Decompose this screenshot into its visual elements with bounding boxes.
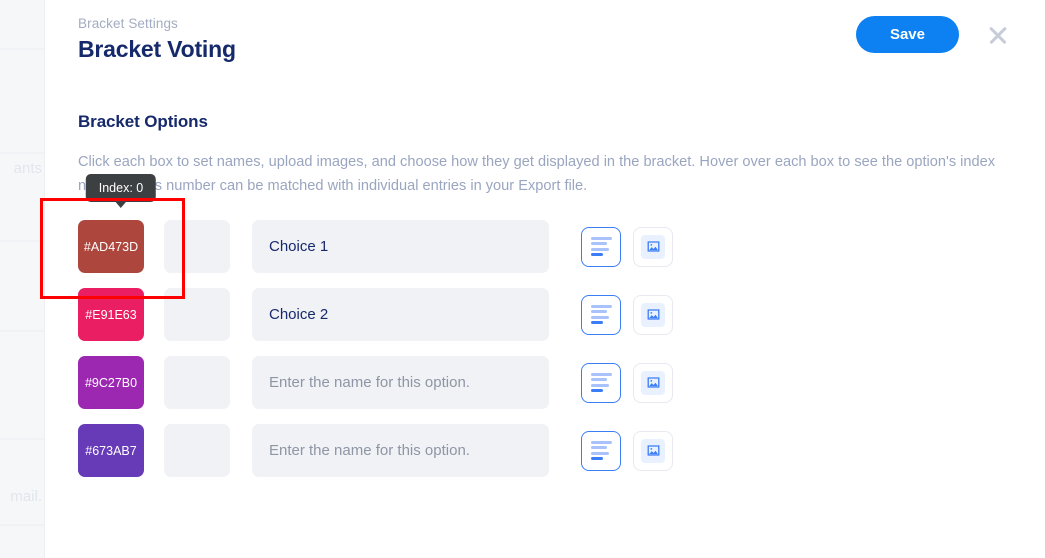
color-swatch-label: #AD473D xyxy=(84,240,138,254)
option-image-slot[interactable] xyxy=(164,288,230,341)
section-title: Bracket Options xyxy=(78,112,1011,132)
close-icon[interactable] xyxy=(985,22,1011,48)
modal-body: Bracket Options Click each box to set na… xyxy=(45,86,1045,477)
option-name-input[interactable] xyxy=(252,220,549,273)
option-row: #673AB7 xyxy=(78,424,1011,477)
color-swatch[interactable]: #9C27B0 xyxy=(78,356,144,409)
option-name-input[interactable] xyxy=(252,356,549,409)
text-lines-icon[interactable] xyxy=(581,295,621,335)
option-display-toggle xyxy=(581,363,673,403)
background-text-fragment: mail. xyxy=(10,488,42,505)
header-actions: Save xyxy=(856,16,1011,53)
background-divider xyxy=(0,48,45,50)
option-display-toggle xyxy=(581,295,673,335)
color-swatch-label: #673AB7 xyxy=(85,444,136,458)
bracket-options-list: #AD473D Index: 0 xyxy=(78,220,1011,477)
background-divider xyxy=(0,438,45,440)
option-display-toggle xyxy=(581,431,673,471)
option-row: #AD473D Index: 0 xyxy=(78,220,1011,273)
section-description: Click each box to set names, upload imag… xyxy=(78,150,1003,198)
option-name-input[interactable] xyxy=(252,288,549,341)
save-button[interactable]: Save xyxy=(856,16,959,53)
text-lines-icon[interactable] xyxy=(581,227,621,267)
option-row: #E91E63 xyxy=(78,288,1011,341)
image-icon[interactable] xyxy=(633,431,673,471)
modal-header: Bracket Settings Bracket Voting Save xyxy=(45,0,1045,86)
bracket-settings-modal: Bracket Settings Bracket Voting Save Bra… xyxy=(45,0,1045,558)
color-swatch[interactable]: #673AB7 xyxy=(78,424,144,477)
background-divider xyxy=(0,330,45,332)
background-divider xyxy=(0,240,45,242)
image-icon[interactable] xyxy=(633,227,673,267)
text-lines-icon[interactable] xyxy=(581,431,621,471)
background-divider xyxy=(0,524,45,526)
index-tooltip: Index: 0 xyxy=(86,174,156,202)
option-image-slot[interactable] xyxy=(164,356,230,409)
option-image-slot[interactable] xyxy=(164,220,230,273)
background-divider xyxy=(0,152,45,154)
color-swatch[interactable]: #AD473D Index: 0 xyxy=(78,220,144,273)
option-image-slot[interactable] xyxy=(164,424,230,477)
image-icon[interactable] xyxy=(633,295,673,335)
color-swatch-label: #9C27B0 xyxy=(85,376,137,390)
background-text-fragment: ants xyxy=(14,160,42,177)
color-swatch[interactable]: #E91E63 xyxy=(78,288,144,341)
option-name-input[interactable] xyxy=(252,424,549,477)
text-lines-icon[interactable] xyxy=(581,363,621,403)
color-swatch-label: #E91E63 xyxy=(85,308,136,322)
option-row: #9C27B0 xyxy=(78,356,1011,409)
background-page: ants mail. xyxy=(0,0,45,558)
option-display-toggle xyxy=(581,227,673,267)
image-icon[interactable] xyxy=(633,363,673,403)
